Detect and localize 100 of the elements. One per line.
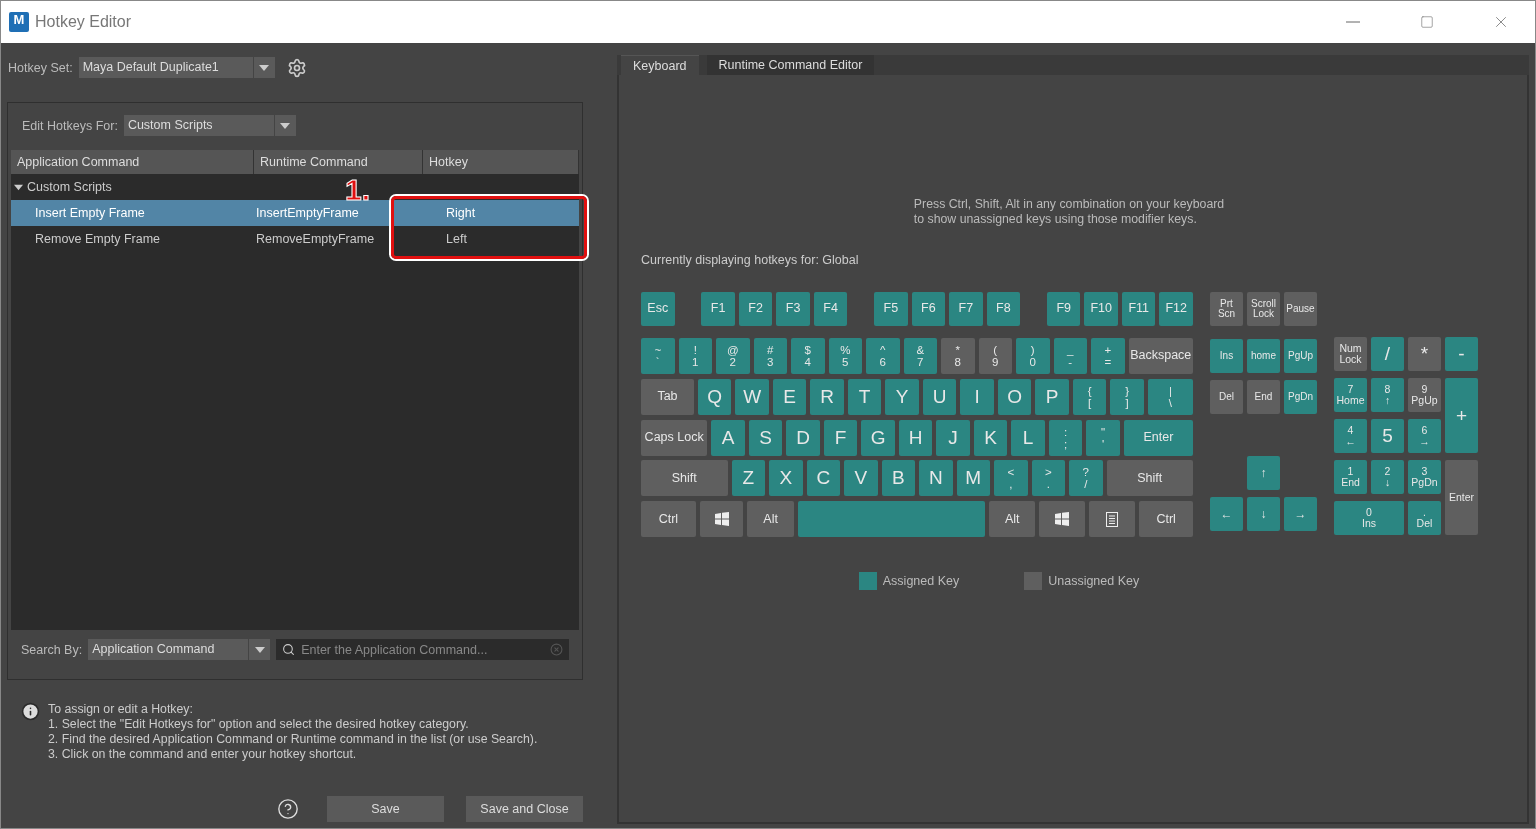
keycap[interactable] bbox=[699, 501, 744, 538]
keycap[interactable]: U bbox=[922, 378, 957, 415]
keycap[interactable]: @ 2 bbox=[716, 338, 750, 374]
table-row[interactable]: Insert Empty Frame InsertEmptyFrame Right bbox=[11, 200, 579, 226]
tab[interactable]: Keyboard bbox=[621, 55, 699, 75]
keycap[interactable]: V bbox=[844, 460, 878, 497]
dialog-button[interactable]: Save bbox=[327, 796, 444, 822]
keycap[interactable]: 0 Ins bbox=[1334, 501, 1404, 535]
keycap[interactable]: Pause bbox=[1284, 292, 1317, 326]
keycap[interactable]: Alt bbox=[747, 501, 794, 538]
keycap[interactable]: Z bbox=[731, 460, 765, 497]
keycap[interactable]: Del bbox=[1210, 380, 1243, 414]
keycap[interactable]: | \ bbox=[1147, 378, 1193, 415]
keycap[interactable]: " ' bbox=[1086, 419, 1120, 456]
keycap[interactable]: Ctrl bbox=[641, 501, 696, 538]
keycap[interactable]: { [ bbox=[1072, 378, 1107, 415]
keycap[interactable]: F10 bbox=[1084, 292, 1118, 326]
keycap[interactable]: F7 bbox=[949, 292, 983, 326]
column-header[interactable]: Application Command bbox=[11, 150, 254, 174]
keycap[interactable]: * 8 bbox=[941, 338, 975, 374]
search-by-dropdown[interactable]: Application Command bbox=[88, 639, 271, 660]
keycap[interactable]: ~ ` bbox=[641, 338, 675, 374]
keycap[interactable]: Backspace bbox=[1128, 338, 1193, 374]
keycap[interactable]: B bbox=[881, 460, 915, 497]
keycap[interactable]: _ - bbox=[1053, 338, 1087, 374]
keycap[interactable]: Ctrl bbox=[1139, 501, 1193, 538]
keycap[interactable]: > . bbox=[1031, 460, 1065, 497]
keycap[interactable]: I bbox=[960, 378, 994, 415]
keycap[interactable]: * bbox=[1408, 337, 1441, 371]
keycap[interactable]: Caps Lock bbox=[641, 419, 708, 456]
keycap[interactable]: ) 0 bbox=[1016, 338, 1050, 374]
keycap[interactable]: F6 bbox=[911, 292, 946, 326]
keycap[interactable]: E bbox=[772, 378, 807, 415]
column-header[interactable]: Hotkey bbox=[423, 150, 579, 174]
keycap[interactable]: N bbox=[919, 460, 953, 497]
keycap[interactable]: F12 bbox=[1159, 292, 1193, 326]
keycap[interactable]: 3 PgDn bbox=[1408, 460, 1441, 494]
keycap[interactable]: - bbox=[1445, 337, 1478, 371]
keycap[interactable]: W bbox=[735, 378, 769, 415]
settings-icon[interactable] bbox=[286, 57, 307, 78]
table-row[interactable]: Remove Empty Frame RemoveEmptyFrame Left bbox=[11, 226, 579, 252]
keycap[interactable]: Num Lock bbox=[1334, 337, 1367, 371]
keycap[interactable]: Alt bbox=[989, 501, 1036, 538]
keycap[interactable]: Prt Scn bbox=[1210, 292, 1243, 326]
keycap[interactable]: C bbox=[806, 460, 840, 497]
keycap[interactable]: Shift bbox=[641, 460, 728, 497]
keycap[interactable]: 6 → bbox=[1408, 419, 1441, 453]
keycap[interactable]: 1 End bbox=[1334, 460, 1367, 494]
keycap[interactable]: F11 bbox=[1122, 292, 1156, 326]
dialog-button[interactable]: Save and Close bbox=[466, 796, 583, 822]
keycap[interactable]: ( 9 bbox=[978, 338, 1012, 374]
keycap[interactable]: ! 1 bbox=[678, 338, 712, 374]
keycap[interactable]: O bbox=[997, 378, 1032, 415]
keycap[interactable]: X bbox=[769, 460, 803, 497]
keycap[interactable]: F3 bbox=[776, 292, 810, 326]
keycap[interactable]: ← bbox=[1210, 497, 1243, 531]
keycap[interactable]: 4 ← bbox=[1334, 419, 1367, 453]
keycap[interactable]: Scroll Lock bbox=[1247, 292, 1280, 326]
keycap[interactable]: T bbox=[847, 378, 882, 415]
keycap[interactable]: Shift bbox=[1106, 460, 1193, 497]
keycap[interactable] bbox=[1039, 501, 1085, 538]
keycap[interactable]: } ] bbox=[1110, 378, 1144, 415]
keycap[interactable]: & 7 bbox=[903, 338, 937, 374]
keycap[interactable]: Q bbox=[697, 378, 732, 415]
keycap[interactable]: # 3 bbox=[753, 338, 787, 374]
keycap[interactable]: P bbox=[1035, 378, 1069, 415]
keycap[interactable]: → bbox=[1284, 497, 1317, 531]
keycap[interactable]: . Del bbox=[1408, 501, 1441, 535]
keycap[interactable]: ^ 6 bbox=[866, 338, 900, 374]
keycap[interactable]: PgDn bbox=[1284, 380, 1317, 414]
keycap[interactable]: 8 ↑ bbox=[1371, 378, 1404, 412]
keycap[interactable]: 5 bbox=[1371, 419, 1404, 453]
tab[interactable]: Runtime Command Editor bbox=[706, 55, 875, 75]
keycap[interactable]: home bbox=[1247, 339, 1280, 373]
keycap[interactable]: Ins bbox=[1210, 339, 1243, 373]
keycap[interactable]: Tab bbox=[641, 378, 694, 415]
keycap[interactable]: Esc bbox=[641, 292, 675, 326]
keycap[interactable]: Enter bbox=[1123, 419, 1193, 456]
keycap[interactable]: Enter bbox=[1445, 460, 1478, 535]
keycap[interactable]: M bbox=[956, 460, 990, 497]
keycap[interactable]: 7 Home bbox=[1334, 378, 1367, 412]
keycap[interactable]: 2 ↓ bbox=[1371, 460, 1404, 494]
keycap[interactable]: F5 bbox=[874, 292, 908, 326]
keycap[interactable]: / bbox=[1371, 337, 1404, 371]
keycap[interactable]: + bbox=[1445, 378, 1478, 453]
keycap[interactable]: H bbox=[898, 419, 933, 456]
keycap[interactable]: F4 bbox=[813, 292, 848, 326]
keycap[interactable]: F9 bbox=[1047, 292, 1081, 326]
keycap[interactable]: G bbox=[861, 419, 895, 456]
hotkey-set-dropdown[interactable]: Maya Default Duplicate1 bbox=[78, 57, 275, 78]
keycap[interactable]: J bbox=[936, 419, 970, 456]
edit-hotkeys-dropdown[interactable]: Custom Scripts bbox=[123, 115, 296, 136]
keycap[interactable]: S bbox=[748, 419, 783, 456]
keycap[interactable] bbox=[1088, 501, 1136, 538]
keycap[interactable]: % 5 bbox=[828, 338, 862, 374]
keycap[interactable]: F bbox=[823, 419, 858, 456]
column-header[interactable]: Runtime Command bbox=[254, 150, 423, 174]
keycap[interactable]: : ; bbox=[1048, 419, 1083, 456]
keycap[interactable]: F2 bbox=[738, 292, 773, 326]
keycap[interactable]: ↓ bbox=[1247, 497, 1280, 531]
